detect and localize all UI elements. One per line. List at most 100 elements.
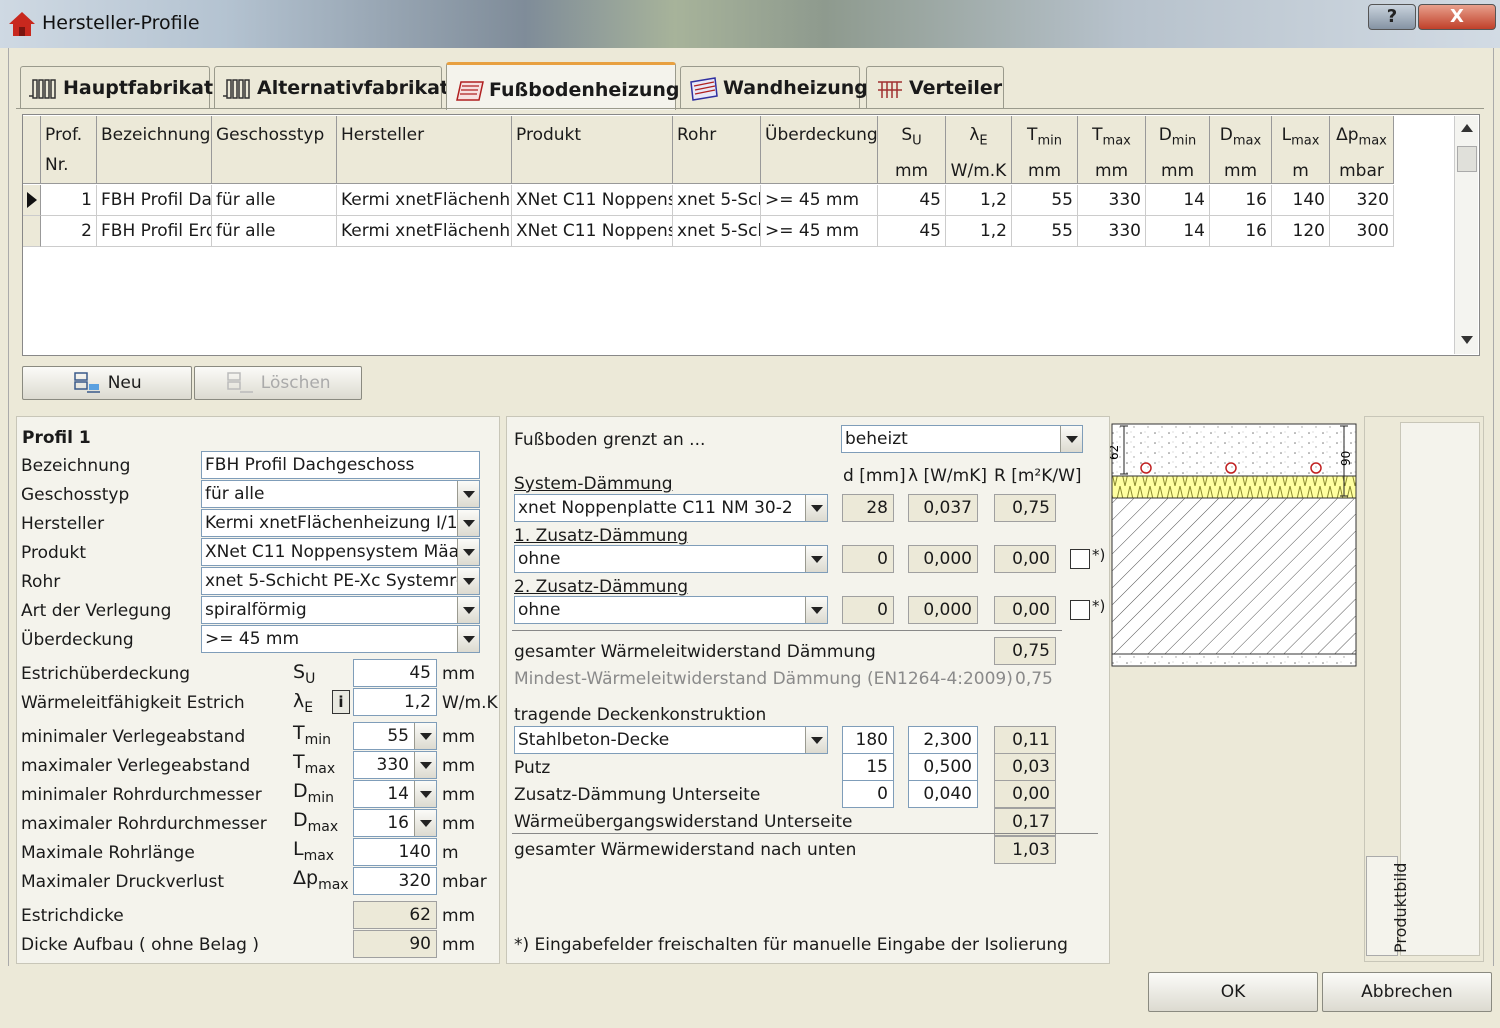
chevron-down-icon[interactable] [457,539,479,565]
cell-bezeichnung[interactable]: FBH Profil Erdgeschoss [97,216,212,247]
cell-dpmax[interactable]: 300 [1330,216,1394,247]
zusatz-1-checkbox[interactable] [1070,549,1090,569]
cell-lmax[interactable]: 120 [1272,216,1330,247]
col-header-geschosstyp[interactable]: Geschosstyp [212,116,337,184]
col-header-tmax[interactable]: Tmax mm [1078,116,1146,184]
cancel-button[interactable]: Abbrechen [1322,972,1492,1012]
lambda-input[interactable]: 1,2 [353,688,437,716]
su-input[interactable]: 45 [353,659,437,687]
cell-dmax[interactable]: 16 [1210,216,1272,247]
cell-su[interactable]: 45 [878,185,946,216]
chevron-down-icon[interactable] [805,597,827,623]
chevron-down-icon[interactable] [1060,426,1082,452]
cell-lambda[interactable]: 1,2 [946,185,1012,216]
cell-tmax[interactable]: 330 [1078,185,1146,216]
dmax-select[interactable]: 16 [353,809,437,837]
col-header-nr[interactable]: Prof. Nr. [41,116,97,184]
hersteller-select[interactable]: Kermi xnetFlächenheizung I/10 [201,509,480,537]
help-button[interactable]: ? [1368,4,1416,30]
cell-geschosstyp[interactable]: für alle [212,185,337,216]
produktbild-tab[interactable]: Produktbild [1366,856,1410,956]
produkt-select[interactable]: XNet C11 Noppensystem Mäander [201,538,480,566]
decke-lambda-input[interactable]: 2,300 [908,726,978,754]
tab-verteiler[interactable]: Verteiler [866,66,1004,108]
row-selector[interactable] [23,185,41,216]
rohr-select[interactable]: xnet 5-Schicht PE-Xc Systemrohr [201,567,480,595]
ueberdeckung-select[interactable]: >= 45 mm [201,625,480,653]
chevron-down-icon[interactable] [414,781,436,807]
col-header-dmin[interactable]: Dmin mm [1146,116,1210,184]
cell-lambda[interactable]: 1,2 [946,216,1012,247]
cell-lmax[interactable]: 140 [1272,185,1330,216]
system-daemmung-select[interactable]: xnet Noppenplatte C11 NM 30-2 [514,494,828,522]
col-header-tmin[interactable]: Tmin mm [1012,116,1078,184]
chevron-down-icon[interactable] [414,752,436,778]
cell-rohr[interactable]: xnet 5-Schicht [673,216,761,247]
cell-ueberdeckung[interactable]: >= 45 mm [761,216,878,247]
cell-dmin[interactable]: 14 [1146,185,1210,216]
cell-ueberdeckung[interactable]: >= 45 mm [761,185,878,216]
chevron-down-icon[interactable] [414,723,436,749]
chevron-down-icon[interactable] [805,495,827,521]
dpmax-input[interactable]: 320 [353,867,437,895]
col-header-hersteller[interactable]: Hersteller [337,116,512,184]
cell-dpmax[interactable]: 320 [1330,185,1394,216]
col-header-bezeichnung[interactable]: Bezeichnung [97,116,212,184]
cell-produkt[interactable]: XNet C11 Noppensystem Mäander [512,185,673,216]
scroll-thumb[interactable] [1457,146,1477,172]
chevron-down-icon[interactable] [457,597,479,623]
tmin-select[interactable]: 55 [353,722,437,750]
scroll-down-icon[interactable] [1461,336,1473,344]
col-header-dpmax[interactable]: Δpmax mbar [1330,116,1394,184]
info-icon[interactable]: i [332,690,350,714]
chevron-down-icon[interactable] [457,626,479,652]
decke-d-input[interactable]: 180 [842,726,894,754]
tab-alternativfabrikat[interactable]: Alternativfabrikat [214,66,449,108]
cell-su[interactable]: 45 [878,216,946,247]
chevron-down-icon[interactable] [457,481,479,507]
cell-rohr[interactable]: xnet 5-Schicht [673,185,761,216]
verlegung-select[interactable]: spiralförmig [201,596,480,624]
putz-lambda-input[interactable]: 0,500 [908,753,978,781]
dmin-select[interactable]: 14 [353,780,437,808]
cell-geschosstyp[interactable]: für alle [212,216,337,247]
tab-wandheizung[interactable]: Wandheizung [680,66,868,108]
chevron-down-icon[interactable] [414,810,436,836]
chevron-down-icon[interactable] [805,546,827,572]
cell-nr[interactable]: 2 [41,216,97,247]
col-header-lmax[interactable]: Lmax m [1272,116,1330,184]
close-button[interactable]: X [1418,4,1496,30]
zusatz-2-checkbox[interactable] [1070,600,1090,620]
tab-hauptfabrikat[interactable]: Hauptfabrikat [20,66,213,108]
decke-select[interactable]: Stahlbeton-Decke [514,726,828,754]
cell-dmax[interactable]: 16 [1210,185,1272,216]
col-header-lambda[interactable]: λE W/m.K [946,116,1012,184]
tab-fussbodenheizung[interactable]: Fußbodenheizung [446,62,680,110]
grenzt-an-select[interactable]: beheizt [841,425,1083,453]
cell-hersteller[interactable]: Kermi xnetFlächenheizung I/10 [337,216,512,247]
chevron-down-icon[interactable] [457,568,479,594]
zusatz-2-select[interactable]: ohne [514,596,828,624]
geschosstyp-select[interactable]: für alle [201,480,480,508]
cell-bezeichnung[interactable]: FBH Profil Dachgeschoss [97,185,212,216]
cell-nr[interactable]: 1 [41,185,97,216]
zusatz-1-select[interactable]: ohne [514,545,828,573]
col-header-dmax[interactable]: Dmax mm [1210,116,1272,184]
lmax-input[interactable]: 140 [353,838,437,866]
col-header-su[interactable]: SU mm [878,116,946,184]
ok-button[interactable]: OK [1148,972,1318,1012]
cell-produkt[interactable]: XNet C11 Noppensystem Mäander [512,216,673,247]
col-header-rohr[interactable]: Rohr [673,116,761,184]
cell-tmin[interactable]: 55 [1012,185,1078,216]
table-scrollbar[interactable] [1454,116,1478,354]
zu-lambda-input[interactable]: 0,040 [908,780,978,808]
cell-hersteller[interactable]: Kermi xnetFlächenheizung I/10 [337,185,512,216]
scroll-up-icon[interactable] [1461,124,1473,132]
putz-d-input[interactable]: 15 [842,753,894,781]
chevron-down-icon[interactable] [805,727,827,753]
col-header-produkt[interactable]: Produkt [512,116,673,184]
col-header-ueberdeckung[interactable]: Überdeckung [761,116,878,184]
cell-tmax[interactable]: 330 [1078,216,1146,247]
cell-dmin[interactable]: 14 [1146,216,1210,247]
row-selector[interactable] [23,216,41,247]
